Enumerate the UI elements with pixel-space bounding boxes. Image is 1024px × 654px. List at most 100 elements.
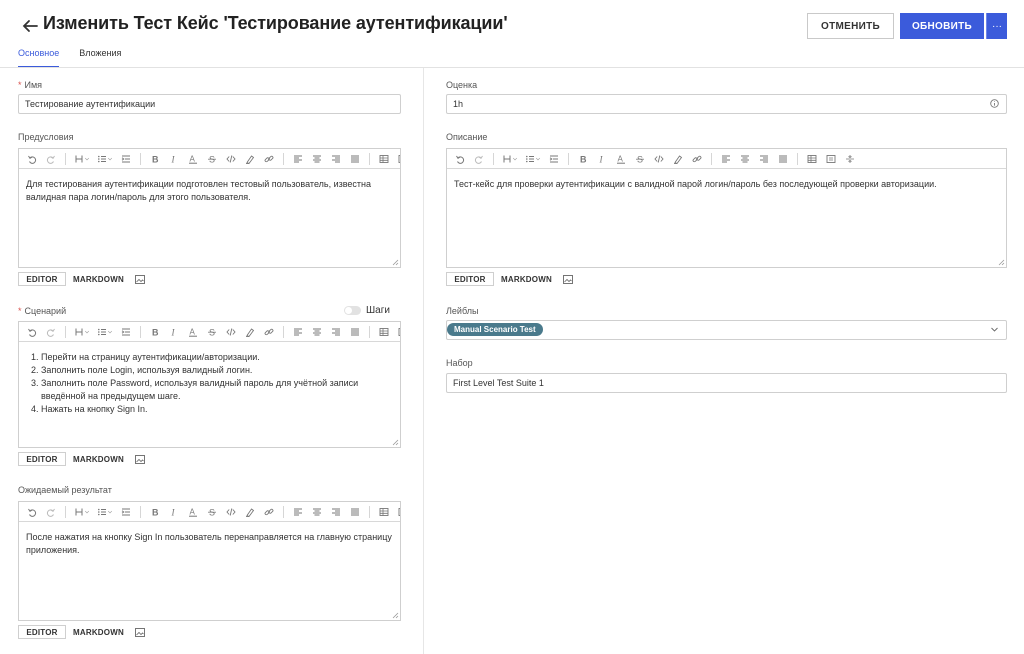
indent-icon[interactable] <box>546 152 562 166</box>
align-justify-icon[interactable] <box>347 152 363 166</box>
image-icon[interactable] <box>134 274 145 284</box>
redo-icon[interactable] <box>43 152 59 166</box>
code-icon[interactable] <box>223 152 239 166</box>
bullet-list-icon[interactable] <box>95 152 115 166</box>
bullet-list-icon[interactable] <box>523 152 543 166</box>
strikethrough-icon[interactable]: S <box>204 505 220 519</box>
redo-icon[interactable] <box>43 325 59 339</box>
table-icon[interactable] <box>376 325 392 339</box>
text-color-icon[interactable]: A <box>185 505 201 519</box>
align-left-icon[interactable] <box>290 325 306 339</box>
code-icon[interactable] <box>223 325 239 339</box>
align-left-icon[interactable] <box>718 152 734 166</box>
editor-mode-button[interactable]: EDITOR <box>446 272 494 286</box>
redo-icon[interactable] <box>471 152 487 166</box>
block-icon[interactable] <box>823 152 839 166</box>
highlight-icon[interactable] <box>242 325 258 339</box>
code-icon[interactable] <box>651 152 667 166</box>
resize-handle-icon[interactable] <box>998 259 1005 266</box>
divider-icon[interactable] <box>842 152 858 166</box>
bullet-list-icon[interactable] <box>95 325 115 339</box>
highlight-icon[interactable] <box>670 152 686 166</box>
align-justify-icon[interactable] <box>347 325 363 339</box>
resize-handle-icon[interactable] <box>392 259 399 266</box>
italic-icon[interactable]: I <box>594 152 610 166</box>
label-chip[interactable]: Manual Scenario Test <box>447 323 543 336</box>
block-icon[interactable] <box>395 325 400 339</box>
expected-result-editor[interactable]: B I AS После нажатия на кнопку Sign In пол… <box>18 501 401 621</box>
table-icon[interactable] <box>376 152 392 166</box>
image-icon[interactable] <box>134 454 145 464</box>
markdown-mode-button[interactable]: MARKDOWN <box>494 272 559 286</box>
highlight-icon[interactable] <box>242 505 258 519</box>
bold-icon[interactable]: B <box>147 325 163 339</box>
link-icon[interactable] <box>261 505 277 519</box>
highlight-icon[interactable] <box>242 152 258 166</box>
undo-icon[interactable] <box>452 152 468 166</box>
indent-icon[interactable] <box>118 152 134 166</box>
strikethrough-icon[interactable]: S <box>204 325 220 339</box>
align-justify-icon[interactable] <box>775 152 791 166</box>
bold-icon[interactable]: B <box>575 152 591 166</box>
link-icon[interactable] <box>689 152 705 166</box>
align-center-icon[interactable] <box>309 325 325 339</box>
update-button[interactable]: ОБНОВИТЬ <box>900 13 984 39</box>
align-justify-icon[interactable] <box>347 505 363 519</box>
bullet-list-icon[interactable] <box>95 505 115 519</box>
align-right-icon[interactable] <box>328 505 344 519</box>
chevron-down-icon[interactable] <box>990 325 999 334</box>
editor-mode-button[interactable]: EDITOR <box>18 452 66 466</box>
description-editor[interactable]: B I AS Тест-кейс для проверки аутентификац… <box>446 148 1007 268</box>
resize-handle-icon[interactable] <box>392 612 399 619</box>
strikethrough-icon[interactable]: S <box>632 152 648 166</box>
text-color-icon[interactable]: A <box>185 152 201 166</box>
code-icon[interactable] <box>223 505 239 519</box>
link-icon[interactable] <box>261 325 277 339</box>
scenario-text[interactable]: Перейти на страницу аутентификации/автор… <box>19 342 400 425</box>
strikethrough-icon[interactable]: S <box>204 152 220 166</box>
text-color-icon[interactable]: A <box>613 152 629 166</box>
indent-icon[interactable] <box>118 505 134 519</box>
suite-input[interactable]: First Level Test Suite 1 <box>446 373 1007 393</box>
preconditions-text[interactable]: Для тестирования аутентификации подготов… <box>19 169 400 213</box>
align-right-icon[interactable] <box>756 152 772 166</box>
name-input[interactable]: Тестирование аутентификации <box>18 94 401 114</box>
image-icon[interactable] <box>134 627 145 637</box>
redo-icon[interactable] <box>43 505 59 519</box>
align-right-icon[interactable] <box>328 152 344 166</box>
align-right-icon[interactable] <box>328 325 344 339</box>
steps-toggle[interactable] <box>344 306 361 315</box>
heading-icon[interactable] <box>500 152 520 166</box>
heading-icon[interactable] <box>72 152 92 166</box>
italic-icon[interactable]: I <box>166 505 182 519</box>
markdown-mode-button[interactable]: MARKDOWN <box>66 272 131 286</box>
align-center-icon[interactable] <box>309 152 325 166</box>
estimate-input[interactable]: 1h <box>446 94 1007 114</box>
bold-icon[interactable]: B <box>147 505 163 519</box>
italic-icon[interactable]: I <box>166 152 182 166</box>
bold-icon[interactable]: B <box>147 152 163 166</box>
indent-icon[interactable] <box>118 325 134 339</box>
tab-main[interactable]: Основное <box>18 47 60 68</box>
italic-icon[interactable]: I <box>166 325 182 339</box>
editor-mode-button[interactable]: EDITOR <box>18 625 66 639</box>
undo-icon[interactable] <box>24 325 40 339</box>
table-icon[interactable] <box>804 152 820 166</box>
block-icon[interactable] <box>395 152 400 166</box>
markdown-mode-button[interactable]: MARKDOWN <box>66 625 131 639</box>
back-arrow-icon[interactable] <box>20 16 40 36</box>
heading-icon[interactable] <box>72 325 92 339</box>
expected-result-text[interactable]: После нажатия на кнопку Sign In пользова… <box>19 522 400 566</box>
image-icon[interactable] <box>562 274 573 284</box>
cancel-button[interactable]: ОТМЕНИТЬ <box>807 13 894 39</box>
align-left-icon[interactable] <box>290 505 306 519</box>
undo-icon[interactable] <box>24 505 40 519</box>
more-options-button[interactable]: ··· <box>986 13 1007 39</box>
undo-icon[interactable] <box>24 152 40 166</box>
editor-mode-button[interactable]: EDITOR <box>18 272 66 286</box>
align-center-icon[interactable] <box>309 505 325 519</box>
heading-icon[interactable] <box>72 505 92 519</box>
block-icon[interactable] <box>395 505 400 519</box>
link-icon[interactable] <box>261 152 277 166</box>
resize-handle-icon[interactable] <box>392 439 399 446</box>
